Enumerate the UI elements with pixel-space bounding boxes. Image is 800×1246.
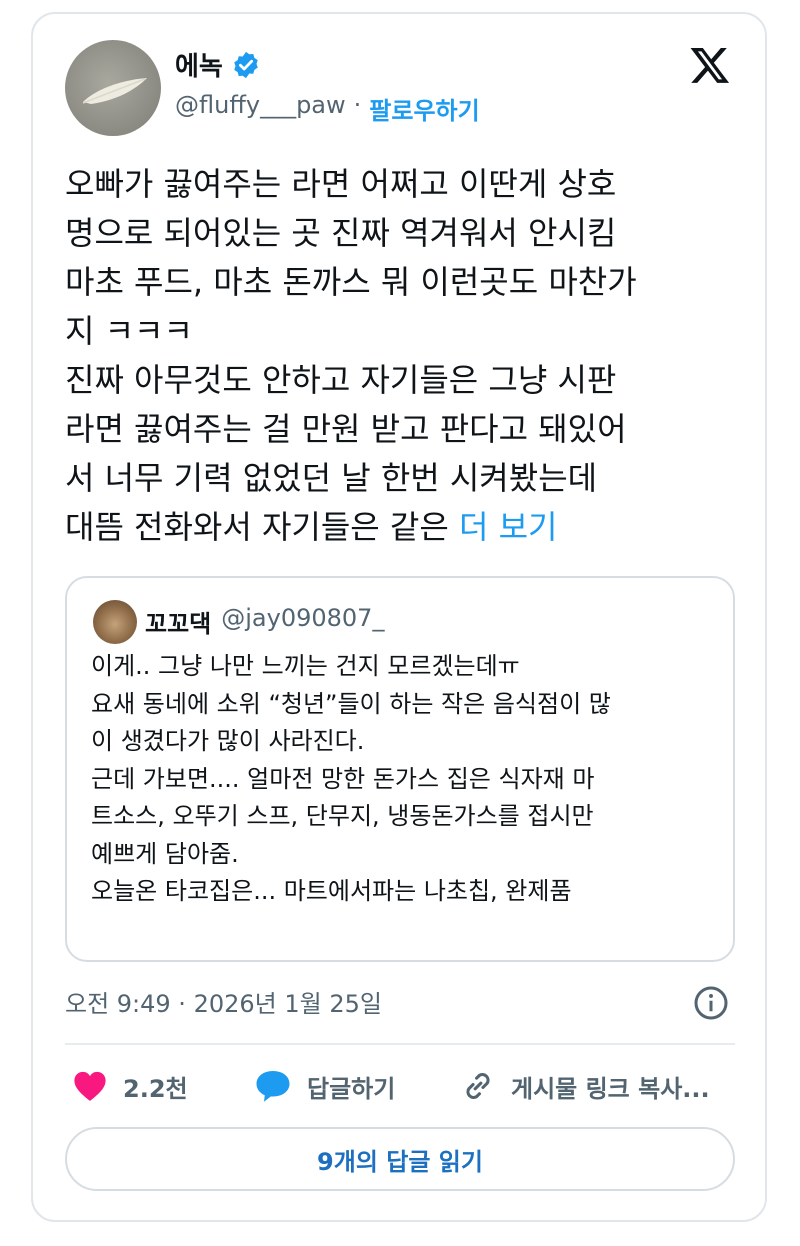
reply-bubble-icon — [256, 1071, 290, 1102]
author-handle[interactable]: @fluffy___paw — [175, 91, 346, 126]
tweet-line: 명으로 되어있는 곳 진짜 역겨워서 안시킴 — [65, 214, 617, 252]
tweet-line: 오빠가 끓여주는 라면 어쩌고 이딴게 상호 — [65, 165, 617, 203]
quoted-line: 이게.. 그냥 나만 느끼는 건지 모르겠는데ㅠ — [91, 652, 520, 680]
author-name-row: 에녹 — [175, 46, 261, 83]
author-handle-row: @fluffy___paw · 팔로우하기 — [175, 91, 480, 126]
reply-button[interactable]: 답글하기 — [255, 1064, 395, 1108]
quoted-line: 근데 가보면.... 얼마전 망한 돈가스 집은 식자재 마 — [91, 764, 595, 793]
quoted-author-name: 꼬꼬댁 — [145, 610, 212, 638]
copy-link-label: 게시물 링크 복사... — [511, 1074, 710, 1103]
quoted-line: 트소스, 오뚜기 스프, 단무지, 냉동돈가스를 접시만 — [91, 802, 594, 830]
tweet-line: 대뜸 전화와서 자기들은 같은 — [65, 508, 459, 546]
link-icon — [466, 1073, 490, 1099]
tweet-line: 지 ㅋㅋㅋ — [65, 312, 193, 350]
x-logo-icon[interactable] — [688, 44, 732, 86]
read-replies-button[interactable]: 9개의 답글 읽기 — [65, 1127, 735, 1191]
quoted-author-handle: @jay090807_ — [221, 604, 385, 632]
feather-icon — [82, 78, 147, 104]
quoted-line: 이 생겼다가 많이 사라진다. — [91, 727, 365, 755]
info-icon[interactable] — [693, 985, 729, 1021]
verified-badge-icon — [234, 51, 258, 78]
like-button[interactable]: 2.2천 — [73, 1064, 188, 1108]
reply-label: 답글하기 — [307, 1074, 396, 1103]
action-bar: 2.2천 답글하기 게시물 링크 복사... — [65, 1064, 735, 1108]
like-count: 2.2천 — [123, 1074, 188, 1103]
tweet-line: 서 너무 기력 없었던 날 한번 시켜봤는데 — [65, 459, 598, 497]
tweet-line: 진짜 아무것도 안하고 자기들은 그냥 시판 — [65, 361, 617, 399]
heart-icon — [74, 1071, 106, 1101]
divider — [65, 1043, 735, 1045]
quoted-line: 오늘온 타코집은... 마트에서파는 나초칩, 완제품 — [91, 877, 572, 905]
author-name[interactable]: 에녹 — [175, 46, 223, 83]
copy-link-button[interactable]: 게시물 링크 복사... — [461, 1064, 710, 1108]
quoted-tweet[interactable]: 꼬꼬댁 @jay090807_ 이게.. 그냥 나만 느끼는 건지 모르겠는데ㅠ… — [65, 576, 735, 962]
tweet-body: 오빠가 끓여주는 라면 어쩌고 이딴게 상호 명으로 되어있는 곳 진짜 역겨워… — [65, 160, 745, 552]
avatar[interactable] — [65, 40, 161, 136]
separator-dot: · — [353, 91, 362, 119]
timestamp[interactable]: 오전 9:49 · 2026년 1월 25일 — [65, 984, 382, 1019]
quoted-body: 이게.. 그냥 나만 느끼는 건지 모르겠는데ㅠ 요새 동네에 소위 “청년”들… — [91, 648, 721, 911]
tweet-line-last: 대뜸 전화와서 자기들은 같은 더 보기 — [65, 503, 745, 552]
quoted-avatar[interactable] — [93, 600, 137, 644]
follow-button[interactable]: 팔로우하기 — [369, 91, 479, 126]
tweet-line: 마초 푸드, 마초 돈까스 뭐 이런곳도 마찬가 — [65, 263, 637, 301]
quoted-author-row: 꼬꼬댁 @jay090807_ — [145, 604, 384, 639]
tweet-line: 라면 끓여주는 걸 만원 받고 판다고 돼있어 — [65, 410, 627, 448]
quoted-line: 예쁘게 담아줌. — [91, 839, 239, 868]
show-more-link[interactable]: 더 보기 — [459, 508, 558, 546]
quoted-line: 요새 동네에 소위 “청년”들이 하는 작은 음식점이 많 — [91, 689, 611, 718]
